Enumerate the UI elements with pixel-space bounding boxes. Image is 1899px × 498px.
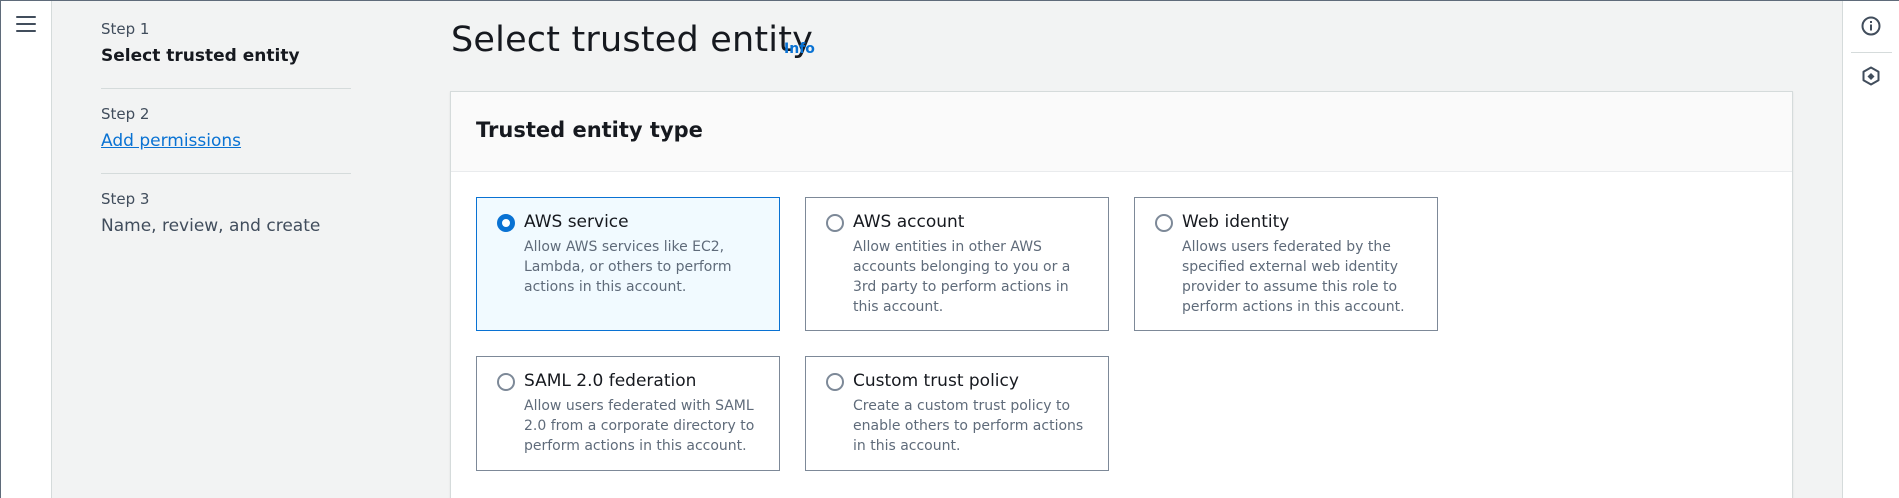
tile-label: AWS service [524,212,629,232]
step-title-disabled: Name, review, and create [101,216,321,236]
radio-button-selected[interactable] [497,214,515,232]
radio-button[interactable] [1155,214,1173,232]
info-link[interactable]: Info [784,41,815,57]
radio-button[interactable] [497,373,515,391]
container-title: Trusted entity type [476,118,703,142]
step-title-current: Select trusted entity [101,46,300,66]
tile-description: Create a custom trust policy to enable o… [853,398,1084,454]
hexagon-badge-icon[interactable] [1860,65,1882,87]
radio-button[interactable] [826,373,844,391]
tile-web-identity[interactable]: Web identity Allows users federated by t… [1134,197,1438,331]
trusted-entity-container: Trusted entity type AWS service Allow AW… [450,91,1793,498]
step-number: Step 1 [101,20,150,38]
right-tools-rail [1842,0,1899,498]
tile-label: Web identity [1182,212,1290,232]
step-1: Step 1 Select trusted entity [101,20,351,89]
tile-description: Allow AWS services like EC2, Lambda, or … [524,239,732,295]
step-number: Step 3 [101,190,150,208]
wizard-steps: Step 1 Select trusted entity Step 2 Add … [101,20,351,274]
tile-label: AWS account [853,212,965,232]
tile-description: Allow users federated with SAML 2.0 from… [524,398,755,454]
left-navigation-rail [0,0,52,498]
info-circle-icon[interactable] [1860,15,1882,37]
radio-button[interactable] [826,214,844,232]
page-title: Select trusted entity [451,20,814,60]
tile-description: Allow entities in other AWS accounts bel… [853,239,1071,315]
step-3: Step 3 Name, review, and create [101,190,351,258]
hamburger-menu-icon[interactable] [14,16,38,36]
step-2: Step 2 Add permissions [101,105,351,174]
tile-description: Allows users federated by the specified … [1182,239,1405,315]
tile-custom-trust-policy[interactable]: Custom trust policy Create a custom trus… [805,356,1109,471]
tile-saml-federation[interactable]: SAML 2.0 federation Allow users federate… [476,356,780,471]
step-link-add-permissions[interactable]: Add permissions [101,131,351,151]
tile-label: Custom trust policy [853,371,1019,391]
container-header: Trusted entity type [451,92,1792,172]
step-number: Step 2 [101,105,150,123]
tile-aws-service[interactable]: AWS service Allow AWS services like EC2,… [476,197,780,331]
rail-divider [1851,52,1892,53]
tile-label: SAML 2.0 federation [524,371,697,391]
tile-aws-account[interactable]: AWS account Allow entities in other AWS … [805,197,1109,331]
